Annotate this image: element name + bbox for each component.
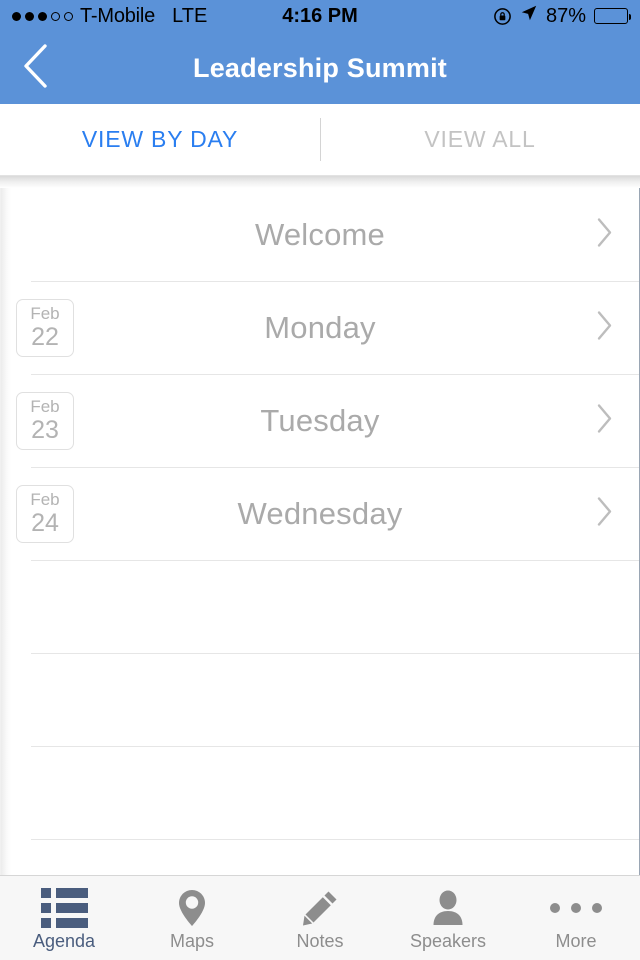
status-bar: T-Mobile LTE 4:16 PM 87%	[0, 0, 640, 32]
tab-label: More	[555, 931, 597, 951]
pencil-icon	[301, 888, 339, 928]
date-badge-month: Feb	[30, 489, 60, 509]
back-chevron-icon	[21, 43, 49, 94]
list-item-title: Wednesday	[237, 495, 403, 531]
tab-speakers[interactable]: Speakers	[384, 876, 512, 960]
carrier-label: T-Mobile	[80, 4, 156, 27]
location-arrow-icon	[520, 4, 538, 28]
tab-more[interactable]: More	[512, 876, 640, 960]
date-badge: Feb 24	[16, 484, 74, 543]
app-screen: T-Mobile LTE 4:16 PM 87% Leadership Summ…	[0, 0, 640, 960]
tab-label: Notes	[296, 931, 344, 951]
empty-list-row	[1, 839, 639, 875]
chevron-right-icon	[596, 310, 613, 345]
tab-view-by-day[interactable]: VIEW BY DAY	[0, 104, 320, 175]
date-badge-day: 22	[31, 322, 59, 351]
ellipsis-icon	[550, 888, 602, 928]
agenda-list: Welcome Feb 22 Monday Feb 23 Tuesday Feb…	[0, 188, 640, 875]
chevron-right-icon	[596, 217, 613, 252]
page-title: Leadership Summit	[193, 52, 447, 83]
back-button[interactable]	[0, 32, 70, 104]
battery-icon	[594, 8, 631, 24]
list-item[interactable]: Feb 24 Wednesday	[1, 467, 639, 560]
segment-divider	[320, 118, 321, 161]
date-badge-month: Feb	[30, 396, 60, 416]
list-item[interactable]: Feb 23 Tuesday	[1, 374, 639, 467]
network-type-label: LTE	[172, 4, 208, 27]
chevron-right-icon	[596, 403, 613, 438]
list-item-title: Welcome	[254, 216, 386, 252]
date-badge-day: 24	[31, 508, 59, 537]
empty-list-row	[1, 746, 639, 839]
tab-notes[interactable]: Notes	[256, 876, 384, 960]
tab-view-all[interactable]: VIEW ALL	[320, 104, 640, 175]
date-badge-month: Feb	[30, 303, 60, 323]
list-item-title: Tuesday	[260, 402, 380, 438]
navigation-bar: Leadership Summit	[0, 32, 640, 104]
tab-label: Agenda	[32, 931, 96, 951]
person-icon	[431, 888, 465, 928]
date-badge: Feb 22	[16, 298, 74, 357]
empty-list-row	[1, 653, 639, 746]
date-badge-day: 23	[31, 415, 59, 444]
map-pin-icon	[177, 888, 207, 928]
status-bar-left: T-Mobile LTE	[12, 5, 207, 28]
signal-strength-icon	[12, 11, 73, 21]
rotation-lock-icon	[493, 7, 512, 26]
battery-percent-label: 87%	[545, 4, 586, 27]
empty-list-row	[1, 560, 639, 653]
chevron-right-icon	[596, 496, 613, 531]
tab-label: Speakers	[409, 931, 487, 951]
tab-agenda[interactable]: Agenda	[0, 876, 128, 960]
list-item[interactable]: Feb 22 Monday	[1, 281, 639, 374]
list-icon	[40, 888, 88, 928]
status-bar-right: 87%	[493, 4, 631, 28]
bottom-tab-bar: Agenda Maps Notes Speakers More	[0, 875, 640, 960]
list-item-title: Monday	[264, 309, 376, 345]
segmented-control: VIEW BY DAY VIEW ALL	[0, 104, 640, 176]
date-badge: Feb 23	[16, 391, 74, 450]
tab-label: Maps	[169, 931, 214, 951]
segment-shadow	[0, 176, 640, 188]
tab-maps[interactable]: Maps	[128, 876, 256, 960]
list-item[interactable]: Welcome	[1, 188, 639, 281]
